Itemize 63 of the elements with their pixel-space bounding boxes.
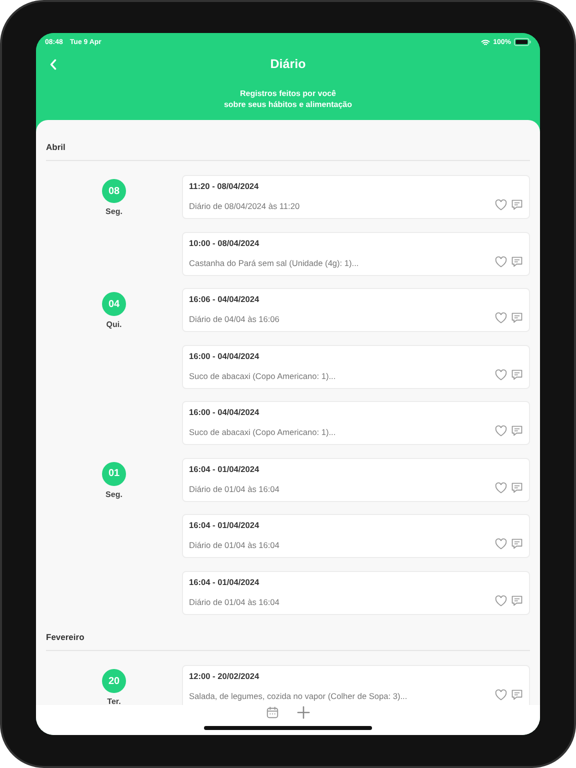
entry-description: Diário de 08/04/2024 às 11:20 bbox=[189, 201, 301, 211]
entry-card[interactable]: 16:00 - 04/04/2024 Suco de abacaxi (Copo Americano: 1)... bbox=[182, 401, 530, 445]
entry-card[interactable]: 10:00 - 08/04/2024 Castanha do Pará sem sal (Unidade (4g): 1)... bbox=[182, 232, 530, 276]
heart-icon[interactable] bbox=[495, 368, 507, 380]
heart-icon[interactable] bbox=[495, 594, 507, 606]
day-badge: 08 bbox=[102, 179, 126, 203]
page-subtitle: Registros feitos por você sobre seus hábitos e alimentação bbox=[222, 88, 354, 110]
heart-icon[interactable] bbox=[495, 425, 507, 437]
entry-description: Suco de abacaxi (Copo Americano: 1)... bbox=[189, 427, 337, 437]
entry-card[interactable]: 16:04 - 01/04/2024 Diário de 01/04 às 16:04 bbox=[182, 570, 530, 614]
entry-card[interactable]: 16:04 - 01/04/2024 Diário de 01/04 às 16:04 bbox=[182, 514, 530, 558]
page-title: Diário bbox=[270, 57, 306, 71]
weekday-label: Seg. bbox=[106, 207, 122, 216]
entry-description: Suco de abacaxi (Copo Americano: 1)... bbox=[189, 370, 337, 380]
wifi-icon bbox=[481, 38, 490, 46]
comment-icon[interactable] bbox=[511, 689, 523, 701]
entry-title: 16:04 - 01/04/2024 bbox=[189, 576, 260, 586]
entry-title: 10:00 - 08/04/2024 bbox=[189, 238, 260, 248]
comment-icon[interactable] bbox=[511, 594, 523, 606]
entry-description: Diário de 01/04 às 16:04 bbox=[189, 596, 280, 606]
back-button[interactable] bbox=[48, 57, 59, 72]
weekday-label: Seg. bbox=[106, 490, 122, 498]
day-badge: 01 bbox=[102, 462, 126, 486]
heart-icon[interactable] bbox=[495, 482, 507, 494]
entry-title: 16:06 - 04/04/2024 bbox=[189, 294, 260, 304]
entry-description: Diário de 04/04 às 16:06 bbox=[189, 314, 280, 324]
weekday-label: Ter. bbox=[107, 697, 121, 705]
comment-icon[interactable] bbox=[511, 538, 523, 550]
entry-card[interactable]: 16:00 - 04/04/2024 Suco de abacaxi (Copo Americano: 1)... bbox=[182, 344, 530, 388]
comment-icon[interactable] bbox=[511, 425, 523, 437]
entry-card[interactable]: 11:20 - 08/04/2024 Diário de 08/04/2024 às 11:20 bbox=[182, 175, 530, 219]
comment-icon[interactable] bbox=[511, 482, 523, 494]
entry-title: 16:00 - 04/04/2024 bbox=[189, 350, 260, 360]
entry-description: Castanha do Pará sem sal (Unidade (4g): 1)... bbox=[189, 258, 360, 268]
entry-card[interactable]: 12:00 - 20/02/2024 Salada, de legumes, cozida no vapor (Colher de Sopa: 3)... bbox=[182, 665, 530, 705]
comment-icon[interactable] bbox=[511, 199, 523, 211]
weekday-label: Qui. bbox=[106, 320, 122, 329]
plus-icon[interactable] bbox=[297, 706, 310, 719]
entry-description: Diário de 01/04 às 16:04 bbox=[189, 484, 280, 494]
heart-icon[interactable] bbox=[495, 256, 507, 268]
entry-description: Salada, de legumes, cozida no vapor (Colher de Sopa: 3)... bbox=[189, 691, 408, 701]
entry-title: 16:04 - 01/04/2024 bbox=[189, 520, 260, 530]
comment-icon[interactable] bbox=[511, 312, 523, 324]
entry-title: 12:00 - 20/02/2024 bbox=[189, 671, 260, 681]
day-badge: 20 bbox=[102, 669, 126, 693]
entry-card[interactable]: 16:06 - 04/04/2024 Diário de 04/04 às 16:06 bbox=[182, 288, 530, 332]
heart-icon[interactable] bbox=[495, 199, 507, 211]
heart-icon[interactable] bbox=[495, 689, 507, 701]
entry-card[interactable]: 16:04 - 01/04/2024 Diário de 01/04 às 16:04 bbox=[182, 458, 530, 502]
back-icon bbox=[50, 59, 57, 70]
month-heading: Abril bbox=[46, 142, 66, 152]
comment-icon[interactable] bbox=[511, 256, 523, 268]
calendar-icon[interactable] bbox=[266, 706, 279, 719]
comment-icon[interactable] bbox=[511, 368, 523, 380]
battery-icon bbox=[514, 38, 531, 46]
entry-title: 16:04 - 01/04/2024 bbox=[189, 464, 260, 474]
entry-title: 16:00 - 04/04/2024 bbox=[189, 407, 260, 417]
month-heading: Fevereiro bbox=[46, 632, 84, 642]
heart-icon[interactable] bbox=[495, 312, 507, 324]
heart-icon[interactable] bbox=[495, 538, 507, 550]
entry-description: Diário de 01/04 às 16:04 bbox=[189, 540, 280, 550]
day-badge: 04 bbox=[102, 292, 126, 316]
entry-title: 11:20 - 08/04/2024 bbox=[189, 181, 260, 191]
